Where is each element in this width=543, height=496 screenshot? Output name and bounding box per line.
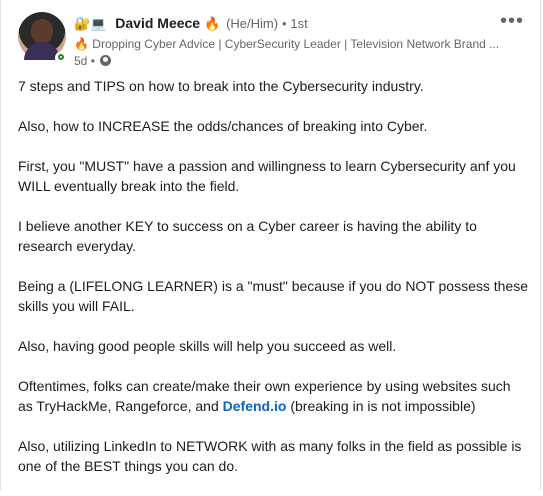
author-name-line: 🔐💻 David Meece 🔥 (He/Him) • 1st <box>74 14 500 33</box>
globe-icon <box>100 55 112 66</box>
post-paragraph: First, you "MUST" have a passion and wil… <box>18 158 516 194</box>
post-paragraph: Being a (LIFELONG LEARNER) is a "must" b… <box>18 278 529 314</box>
author-name-emoji: 🔥 <box>203 16 221 31</box>
post-header: 🔐💻 David Meece 🔥 (He/Him) • 1st 🔥 Droppi… <box>74 14 500 69</box>
post-body: 7 steps and TIPS on how to break into th… <box>18 76 528 496</box>
meta-separator: • <box>90 54 95 68</box>
author-headline[interactable]: 🔥 Dropping Cyber Advice | CyberSecurity … <box>74 36 504 52</box>
avatar-face <box>31 20 53 44</box>
post-paragraph: Also, how to INCREASE the odds/chances o… <box>18 118 428 134</box>
paragraph-text: (breaking in is not impossible) <box>286 398 476 414</box>
more-options-button[interactable]: ••• <box>500 11 524 31</box>
feed-post: 🔐💻 David Meece 🔥 (He/Him) • 1st 🔥 Droppi… <box>0 0 541 490</box>
post-time: 5d <box>74 54 88 68</box>
connection-separator: • <box>281 16 287 31</box>
author-badge-emojis: 🔐💻 <box>74 16 107 31</box>
connection-degree: 1st <box>290 16 308 31</box>
online-status-icon <box>55 51 69 65</box>
post-meta: 5d • <box>74 53 500 69</box>
post-paragraph: 7 steps and TIPS on how to break into th… <box>18 78 424 94</box>
post-paragraph: Also, having good people skills will hel… <box>18 338 397 354</box>
post-paragraph: I believe another KEY to success on a Cy… <box>18 218 477 254</box>
post-paragraph: Oftentimes, folks can create/make their … <box>18 376 528 416</box>
author-pronouns: (He/Him) <box>226 16 279 31</box>
author-name[interactable]: David Meece <box>115 15 200 31</box>
defend-io-link[interactable]: Defend.io <box>223 398 287 414</box>
post-paragraph: Also, utilizing LinkedIn to NETWORK with… <box>18 438 522 474</box>
